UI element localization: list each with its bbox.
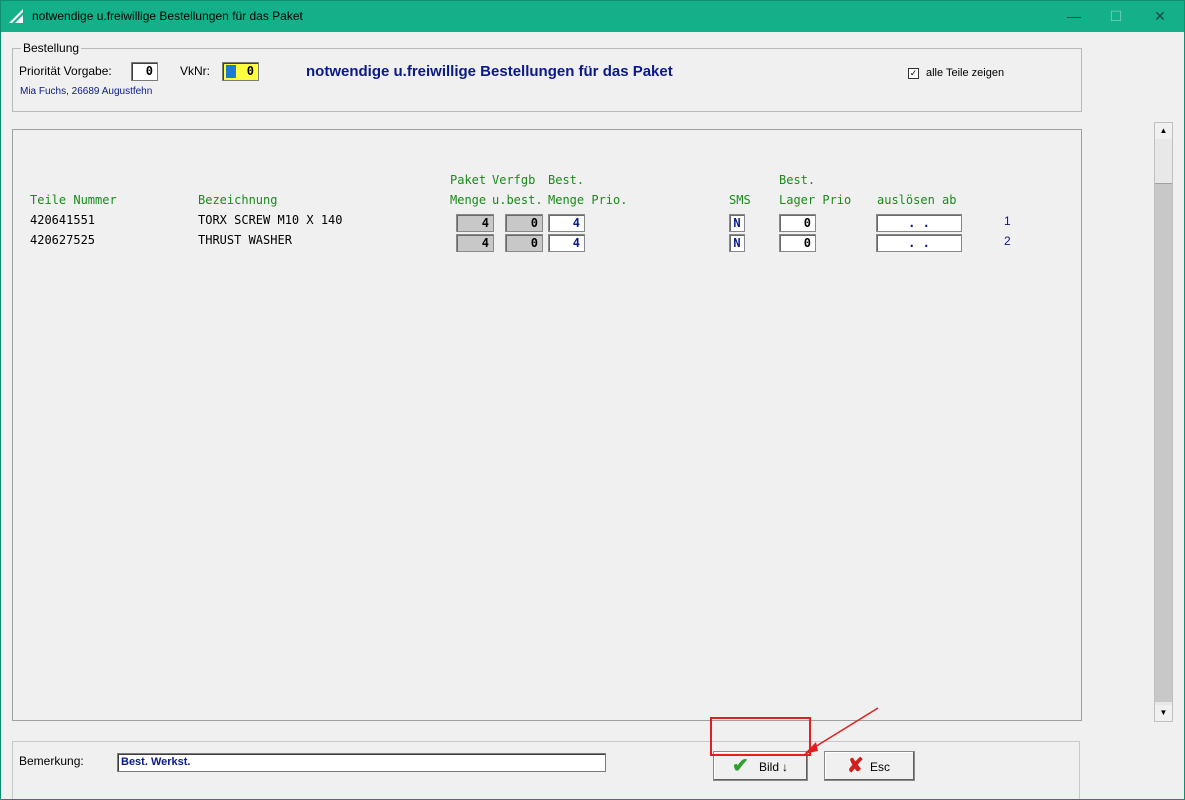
- header-teile-nummer: Teile Nummer: [30, 193, 117, 207]
- row1-bezeichnung: TORX SCREW M10 X 140: [198, 213, 343, 227]
- main-window: notwendige u.freiwillige Bestellungen fü…: [0, 0, 1185, 800]
- bemerkung-label: Bemerkung:: [19, 754, 84, 768]
- row2-bezeichnung: THRUST WASHER: [198, 233, 292, 247]
- bestellung-legend: Bestellung: [23, 41, 80, 55]
- row1-teile-nummer: 420641551: [30, 213, 96, 227]
- row1-sms[interactable]: N: [729, 214, 745, 232]
- header-ausloesen-ab: auslösen ab: [877, 193, 957, 207]
- minimize-button[interactable]: —: [1051, 5, 1097, 27]
- arrow-down-icon: ↓: [782, 760, 788, 774]
- customer-address: Mia Fuchs, 26689 Augustfehn: [20, 86, 153, 97]
- row2-teile-nummer: 420627525: [30, 233, 96, 247]
- header-lager-prio: Lager Prio: [779, 193, 852, 207]
- vknr-cursor: [226, 65, 236, 78]
- prioritaet-input[interactable]: 0: [131, 62, 158, 81]
- page-heading: notwendige u.freiwillige Bestellungen fü…: [306, 63, 673, 80]
- client-area: Bestellung Priorität Vorgabe: 0 VkNr: 0 …: [1, 32, 1184, 799]
- row1-lager[interactable]: 0: [779, 214, 816, 232]
- row2-sms[interactable]: N: [729, 234, 745, 252]
- header-sms: SMS: [729, 193, 751, 207]
- annotation-arrow-icon: [804, 707, 879, 754]
- bemerkung-input[interactable]: Best. Werkst.: [117, 753, 606, 772]
- vknr-value: 0: [246, 64, 254, 78]
- scroll-thumb[interactable]: [1155, 183, 1172, 702]
- alle-teile-checkbox[interactable]: ✓: [908, 68, 919, 79]
- row1-ubest: 0: [505, 214, 543, 232]
- close-button[interactable]: ✕: [1137, 5, 1183, 27]
- scroll-up-arrow-icon[interactable]: ▲: [1155, 123, 1172, 139]
- header-verfgb: Verfgb: [492, 173, 536, 187]
- row2-ubest: 0: [505, 234, 543, 252]
- check-icon: ✔: [732, 755, 749, 777]
- window-title: notwendige u.freiwillige Bestellungen fü…: [32, 9, 303, 23]
- header-bezeichnung: Bezeichnung: [198, 193, 278, 207]
- row1-number: 1: [1004, 214, 1011, 228]
- vknr-input[interactable]: 0: [222, 62, 259, 81]
- parts-panel: Paket Verfgb Best. Best. Teile Nummer Be…: [12, 129, 1082, 721]
- title-bar: notwendige u.freiwillige Bestellungen fü…: [1, 1, 1184, 32]
- app-icon: [9, 9, 23, 23]
- maximize-button[interactable]: ☐: [1093, 5, 1139, 27]
- header-best: Best.: [548, 173, 585, 187]
- prioritaet-label: Priorität Vorgabe:: [19, 64, 112, 78]
- row2-menge: 4: [456, 234, 494, 252]
- row1-best-menge[interactable]: 4: [548, 214, 585, 232]
- vertical-scrollbar[interactable]: ▲ ▼: [1154, 122, 1173, 722]
- row2-ausloesen[interactable]: . .: [876, 234, 962, 252]
- bild-label: Bild: [759, 760, 780, 774]
- vknr-label: VkNr:: [180, 64, 210, 78]
- row2-lager[interactable]: 0: [779, 234, 816, 252]
- header-ubest: u.best.: [492, 193, 543, 207]
- header-best-lager: Best.: [779, 173, 816, 187]
- esc-label: Esc: [870, 760, 891, 774]
- row1-menge: 4: [456, 214, 494, 232]
- header-paket: Paket: [450, 173, 487, 187]
- scroll-down-arrow-icon[interactable]: ▼: [1155, 705, 1172, 721]
- header-menge: Menge: [450, 193, 487, 207]
- row2-number: 2: [1004, 234, 1011, 248]
- alle-teile-label: alle Teile zeigen: [926, 67, 1005, 79]
- header-menge-prio: Menge Prio.: [548, 193, 628, 207]
- row1-ausloesen[interactable]: . .: [876, 214, 962, 232]
- row2-best-menge[interactable]: 4: [548, 234, 585, 252]
